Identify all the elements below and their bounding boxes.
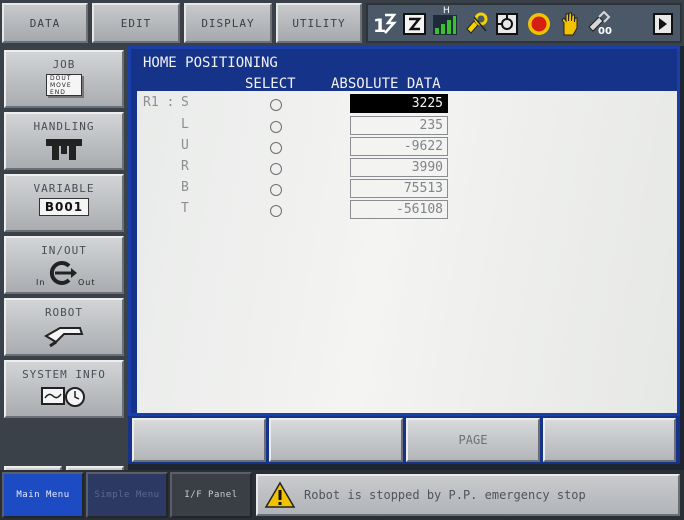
- side-menu-system-info-label: SYSTEM INFO: [22, 368, 106, 381]
- menu-utility-button[interactable]: UTILITY: [276, 3, 362, 43]
- select-radio-s[interactable]: [270, 99, 282, 111]
- main-window: HOME POSITIONING SELECT ABSOLUTE DATA R1…: [128, 46, 680, 416]
- side-menu-variable-label: VARIABLE: [33, 182, 95, 195]
- axis-label-u: U: [181, 138, 189, 153]
- page-title: HOME POSITIONING: [143, 55, 278, 71]
- job-icon: DOUT MOVE END: [6, 74, 122, 96]
- tool-number-label: 00: [598, 26, 612, 37]
- side-menu-in-out[interactable]: IN/OUT In Out: [4, 236, 124, 294]
- in-out-icon: In Out: [6, 260, 122, 288]
- side-menu-in-out-label: IN/OUT: [41, 244, 87, 257]
- select-radio-t[interactable]: [270, 205, 282, 217]
- simple-menu-button[interactable]: Simple Menu: [86, 472, 168, 518]
- emergency-stop-icon: [526, 11, 552, 37]
- status-icon-strip: 1 H 00: [366, 3, 682, 43]
- function-key-2[interactable]: [269, 418, 403, 462]
- menu-display-button[interactable]: DISPLAY: [184, 3, 272, 43]
- side-menu-job-label: JOB: [52, 58, 76, 71]
- axis-label-l: L: [181, 117, 189, 132]
- teach-mode-icon: 1: [372, 11, 398, 37]
- absolute-value-u[interactable]: -9622: [350, 137, 448, 156]
- variable-icon-text: B001: [38, 198, 90, 216]
- axis-label-r: R: [181, 159, 189, 174]
- variable-icon: B001: [6, 198, 122, 216]
- home-position-panel: R1 : S 3225 L 235 U -9622 R 3990 B 75513…: [137, 91, 677, 413]
- function-key-row: PAGE: [128, 416, 680, 464]
- page-button[interactable]: PAGE: [406, 418, 540, 462]
- side-menu-variable[interactable]: VARIABLE B001: [4, 174, 124, 232]
- in-label: In: [36, 278, 46, 287]
- status-message: Robot is stopped by P.P. emergency stop: [304, 488, 586, 502]
- menu-data-button[interactable]: DATA: [2, 3, 88, 43]
- warning-icon: [264, 481, 296, 508]
- function-key-4[interactable]: [543, 418, 676, 462]
- select-column-header: SELECT: [245, 76, 296, 92]
- handling-icon: [6, 136, 122, 162]
- hand-security-icon: [556, 11, 582, 37]
- job-icon-line-2: MOVE: [50, 82, 72, 89]
- main-menu-button[interactable]: Main Menu: [2, 472, 84, 518]
- absolute-value-l[interactable]: 235: [350, 116, 448, 135]
- select-radio-r[interactable]: [270, 163, 282, 175]
- absolute-data-column-header: ABSOLUTE DATA: [331, 76, 441, 92]
- side-menu-robot-label: ROBOT: [44, 306, 84, 319]
- scroll-right-icon[interactable]: [652, 11, 674, 37]
- speed-h-label: H: [443, 6, 450, 16]
- axis-label-t: T: [181, 201, 189, 216]
- svg-text:1: 1: [373, 15, 386, 37]
- absolute-value-b[interactable]: 75513: [350, 179, 448, 198]
- axis-label-b: B: [181, 180, 189, 195]
- job-icon-line-3: END: [50, 89, 66, 96]
- menu-edit-button[interactable]: EDIT: [92, 3, 180, 43]
- robot-icon: [6, 322, 122, 348]
- system-info-icon: [6, 384, 122, 410]
- speed-level-icon: H: [432, 6, 458, 37]
- select-radio-b[interactable]: [270, 184, 282, 196]
- message-area[interactable]: Robot is stopped by P.P. emergency stop: [256, 474, 680, 516]
- side-menu-system-info[interactable]: SYSTEM INFO: [4, 360, 124, 418]
- side-menu-handling[interactable]: HANDLING: [4, 112, 124, 170]
- job-icon-line-1: DOUT: [50, 75, 72, 82]
- side-menu-job[interactable]: JOB DOUT MOVE END: [4, 50, 124, 108]
- tool-icon: [464, 11, 490, 37]
- select-radio-u[interactable]: [270, 142, 282, 154]
- select-radio-l[interactable]: [270, 121, 282, 133]
- function-key-1[interactable]: [132, 418, 266, 462]
- axis-label-s: S: [181, 95, 189, 110]
- tool-number-icon: 00: [586, 11, 612, 37]
- absolute-value-r[interactable]: 3990: [350, 158, 448, 177]
- absolute-value-s[interactable]: 3225: [350, 94, 448, 113]
- coordinate-icon: [494, 11, 520, 37]
- out-label: Out: [78, 278, 96, 287]
- top-menu-bar: DATA EDIT DISPLAY UTILITY 1 H 00: [0, 0, 684, 46]
- edit-cursor-icon: [402, 11, 428, 37]
- if-panel-button[interactable]: I/F Panel: [170, 472, 252, 518]
- side-menu-robot[interactable]: ROBOT: [4, 298, 124, 356]
- side-menu-handling-label: HANDLING: [33, 120, 95, 133]
- side-menu: JOB DOUT MOVE END HANDLING VARIABLE B001…: [0, 46, 128, 512]
- absolute-value-t[interactable]: -56108: [350, 200, 448, 219]
- robot-group-label: R1 :: [143, 95, 175, 110]
- bottom-bar: Main Menu Simple Menu I/F Panel Robot is…: [0, 470, 684, 520]
